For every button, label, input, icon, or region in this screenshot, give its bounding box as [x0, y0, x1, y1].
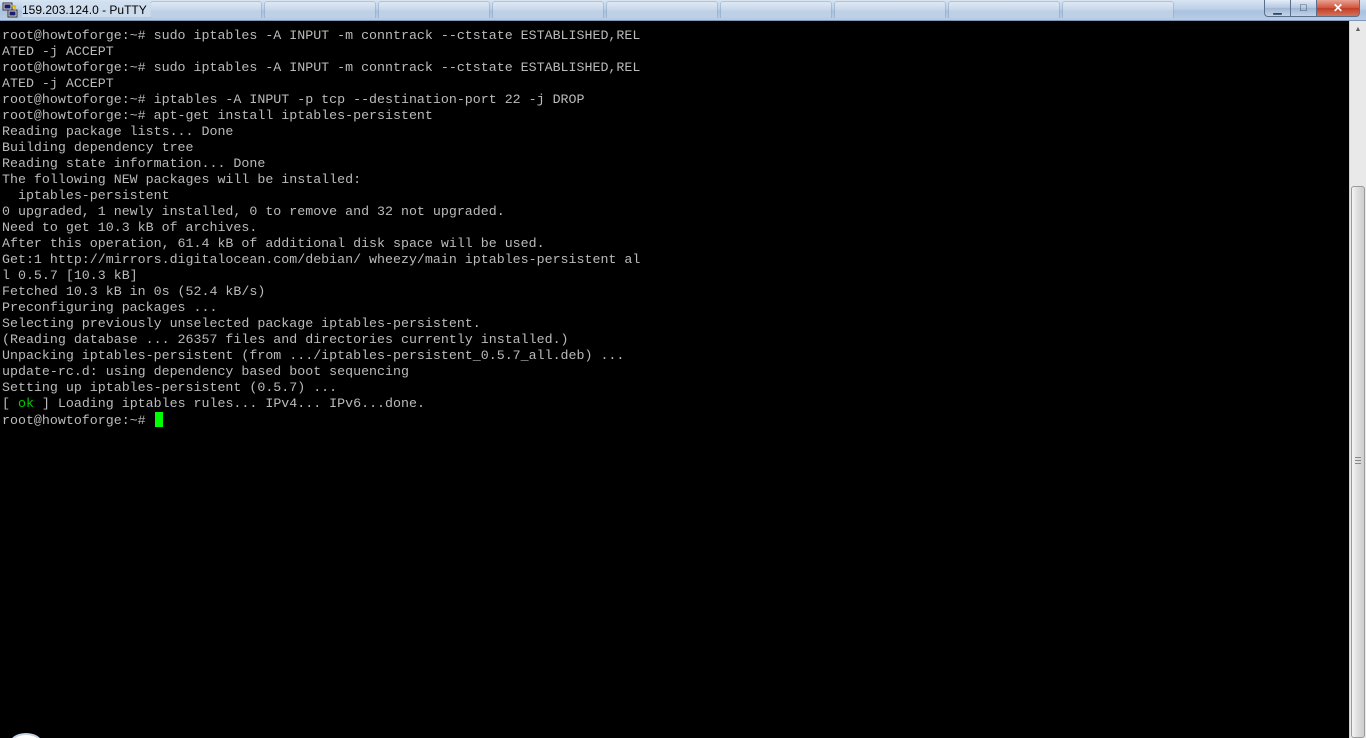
- terminal-area[interactable]: root@howtoforge:~# sudo iptables -A INPU…: [0, 21, 1349, 738]
- terminal-line: Need to get 10.3 kB of archives.: [2, 220, 258, 235]
- terminal-line: 0 upgraded, 1 newly installed, 0 to remo…: [2, 204, 505, 219]
- putty-window: 159.203.124.0 - PuTTY ▁ □ ✕ root@howtofo…: [0, 0, 1366, 738]
- terminal-line: root@howtoforge:~# iptables -A INPUT -p …: [2, 92, 585, 107]
- terminal-cursor: [154, 412, 163, 427]
- background-tab: [606, 1, 718, 18]
- terminal-line: Get:1 http://mirrors.digitalocean.com/de…: [2, 252, 641, 267]
- background-tab: [834, 1, 946, 18]
- terminal-ok-line: [ ok ] Loading iptables rules... IPv4...…: [2, 396, 640, 412]
- terminal-line: l 0.5.7 [10.3 kB]: [2, 268, 138, 283]
- terminal-line: ATED -j ACCEPT: [2, 76, 114, 91]
- terminal-line: update-rc.d: using dependency based boot…: [2, 364, 409, 379]
- background-tab: [150, 1, 262, 18]
- terminal-line: The following NEW packages will be insta…: [2, 172, 362, 187]
- background-tab: [948, 1, 1060, 18]
- window-title: 159.203.124.0 - PuTTY: [22, 3, 151, 17]
- vertical-scrollbar[interactable]: ▲: [1349, 21, 1366, 738]
- terminal-line: Reading state information... Done: [2, 156, 266, 171]
- thumb-grip: [1355, 463, 1361, 464]
- background-tab: [1062, 1, 1174, 18]
- background-tab: [720, 1, 832, 18]
- thumb-grip: [1355, 460, 1361, 461]
- putty-icon[interactable]: [2, 2, 18, 18]
- maximize-button[interactable]: □: [1290, 0, 1316, 17]
- close-icon: ✕: [1332, 1, 1344, 15]
- minimize-icon: ▁: [1273, 2, 1282, 15]
- ok-line-text: ] Loading iptables rules... IPv4... IPv6…: [33, 396, 425, 411]
- ok-bracket-open: [: [2, 396, 18, 411]
- background-tab: [378, 1, 490, 18]
- terminal-line: Unpacking iptables-persistent (from .../…: [2, 348, 625, 363]
- terminal-line: root@howtoforge:~# sudo iptables -A INPU…: [2, 28, 641, 43]
- window-controls: ▁ □ ✕: [1264, 0, 1360, 18]
- background-browser-tabs: [150, 1, 1176, 20]
- terminal-line: Building dependency tree: [2, 140, 194, 155]
- terminal-prompt-line: root@howtoforge:~#: [2, 412, 640, 428]
- scroll-up-arrow-icon[interactable]: ▲: [1350, 21, 1366, 38]
- terminal-line: After this operation, 61.4 kB of additio…: [2, 236, 545, 251]
- title-bar[interactable]: 159.203.124.0 - PuTTY ▁ □ ✕: [0, 0, 1366, 21]
- terminal-output: root@howtoforge:~# sudo iptables -A INPU…: [2, 28, 640, 428]
- terminal-line: (Reading database ... 26357 files and di…: [2, 332, 569, 347]
- close-button[interactable]: ✕: [1316, 0, 1360, 17]
- terminal-line: Setting up iptables-persistent (0.5.7) .…: [2, 380, 338, 395]
- terminal-line: iptables-persistent: [2, 188, 170, 203]
- background-tab: [492, 1, 604, 18]
- terminal-line: Selecting previously unselected package …: [2, 316, 481, 331]
- scroll-thumb[interactable]: [1351, 186, 1365, 738]
- maximize-icon: □: [1300, 2, 1307, 14]
- shell-prompt: root@howtoforge:~#: [2, 413, 154, 428]
- terminal-line: root@howtoforge:~# sudo iptables -A INPU…: [2, 60, 641, 75]
- terminal-line: root@howtoforge:~# apt-get install iptab…: [2, 108, 433, 123]
- ok-status: ok: [17, 396, 34, 411]
- terminal-line: Reading package lists... Done: [2, 124, 234, 139]
- terminal-line: ATED -j ACCEPT: [2, 44, 114, 59]
- terminal-line: Fetched 10.3 kB in 0s (52.4 kB/s): [2, 284, 266, 299]
- background-tab: [264, 1, 376, 18]
- minimize-button[interactable]: ▁: [1264, 0, 1290, 17]
- terminal-line: Preconfiguring packages ...: [2, 300, 218, 315]
- thumb-grip: [1355, 457, 1361, 458]
